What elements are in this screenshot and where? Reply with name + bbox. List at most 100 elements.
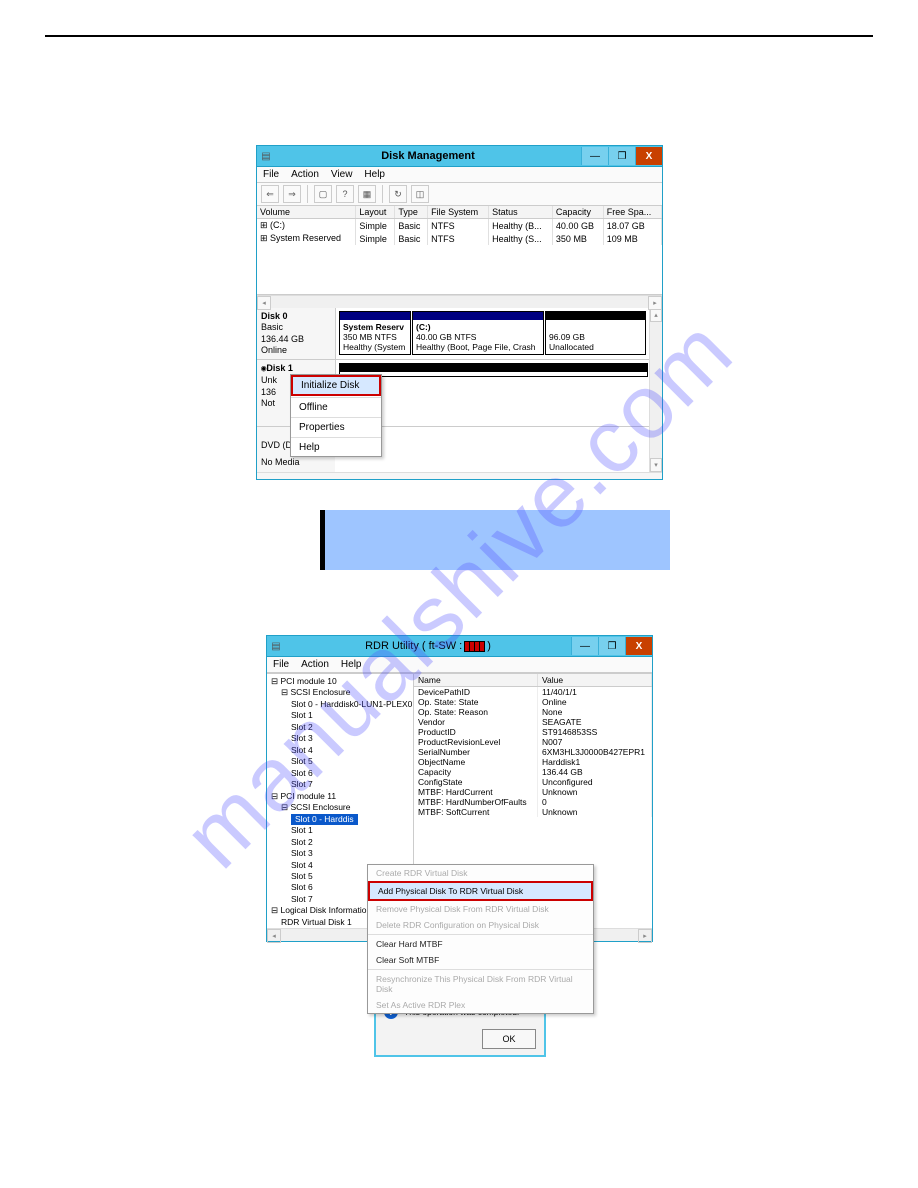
cell-layout: Simple [356, 232, 395, 245]
part-size: 40.00 GB NTFS [416, 332, 476, 342]
refresh-icon[interactable]: ↻ [389, 185, 407, 203]
cell-free: 18.07 GB [603, 219, 661, 233]
part-title: (C:) [416, 322, 431, 332]
maximize-button[interactable]: ❐ [598, 637, 625, 655]
col-volume[interactable]: Volume [257, 206, 356, 219]
property-row[interactable]: MTBF: HardCurrentUnknown [414, 787, 652, 797]
col-name[interactable]: Name [414, 674, 538, 687]
menu-offline[interactable]: Offline [291, 399, 381, 416]
property-row[interactable]: SerialNumber6XM3HL3J0000B427EPR1 [414, 747, 652, 757]
refresh-icon[interactable]: ? [336, 185, 354, 203]
menu-properties[interactable]: Properties [291, 419, 381, 436]
tree-node[interactable]: Slot 5 [271, 756, 411, 767]
toolbar-separator [382, 185, 383, 203]
col-type[interactable]: Type [395, 206, 428, 219]
menu-bar: File Action Help [267, 657, 652, 673]
tree-node[interactable]: Slot 7 [271, 779, 411, 790]
property-row[interactable]: ConfigStateUnconfigured [414, 777, 652, 787]
property-row[interactable]: Capacity136.44 GB [414, 767, 652, 777]
menu-item[interactable]: Clear Soft MTBF [368, 952, 593, 968]
tree-node[interactable]: ⊟ PCI module 10 [271, 676, 411, 687]
property-row[interactable]: Op. State: StateOnline [414, 697, 652, 707]
toolbar: ⇐ ⇒ ▢ ? ▦ ↻ ◫ [257, 183, 662, 206]
volume-row[interactable]: ⊞ (C:) Simple Basic NTFS Healthy (B... 4… [257, 219, 662, 233]
horizontal-scrollbar[interactable]: ◂ ▸ [257, 295, 662, 308]
col-layout[interactable]: Layout [356, 206, 395, 219]
tree-node[interactable]: Slot 0 - Harddisk0-LUN1-PLEX0 [271, 699, 411, 710]
scroll-left-icon[interactable]: ◂ [257, 296, 271, 310]
scroll-up-icon[interactable]: ▴ [650, 308, 662, 322]
titlebar[interactable]: ▤ RDR Utility ( ft-SW : ) — ❐ X [267, 636, 652, 657]
partition-c[interactable]: (C:) 40.00 GB NTFS Healthy (Boot, Page F… [412, 311, 544, 355]
tree-node[interactable]: ⊟ SCSI Enclosure [271, 802, 411, 813]
ok-button[interactable]: OK [482, 1029, 536, 1049]
menu-help[interactable]: Help [364, 169, 385, 180]
tree-node[interactable]: Slot 2 [271, 722, 411, 733]
minimize-button[interactable]: — [571, 637, 598, 655]
menu-file[interactable]: File [263, 169, 279, 180]
menu-action[interactable]: Action [301, 659, 329, 670]
disk1-bar[interactable] [339, 363, 648, 377]
toolbar-icon[interactable]: ▢ [314, 185, 332, 203]
scroll-right-icon[interactable]: ▸ [638, 929, 652, 943]
part-title: System Reserv [343, 322, 404, 332]
menu-item[interactable]: Add Physical Disk To RDR Virtual Disk [368, 881, 593, 901]
tree-node[interactable]: Slot 1 [271, 710, 411, 721]
menu-file[interactable]: File [273, 659, 289, 670]
col-free[interactable]: Free Spa... [603, 206, 661, 219]
close-button[interactable]: X [625, 637, 652, 655]
prop-value: Unconfigured [538, 777, 652, 787]
property-row[interactable]: DevicePathID11/40/1/1 [414, 687, 652, 698]
menu-help[interactable]: Help [341, 659, 362, 670]
scroll-left-icon[interactable]: ◂ [267, 929, 281, 943]
tree-node[interactable]: Slot 6 [271, 768, 411, 779]
partition-system-reserved[interactable]: System Reserv 350 MB NTFS Healthy (Syste… [339, 311, 411, 355]
menu-initialize-disk[interactable]: Initialize Disk [291, 375, 381, 396]
tree-node[interactable]: Slot 3 [271, 733, 411, 744]
tree-node[interactable]: Slot 1 [271, 825, 411, 836]
scroll-right-icon[interactable]: ▸ [648, 296, 662, 310]
property-row[interactable]: MTBF: SoftCurrentUnknown [414, 807, 652, 817]
property-row[interactable]: Op. State: ReasonNone [414, 707, 652, 717]
property-row[interactable]: VendorSEAGATE [414, 717, 652, 727]
property-row[interactable]: ProductIDST9146853SS [414, 727, 652, 737]
tree-node[interactable]: Slot 0 - Harddis [271, 814, 411, 825]
tree-node[interactable]: Slot 2 [271, 837, 411, 848]
property-row[interactable]: ObjectNameHarddisk1 [414, 757, 652, 767]
col-fs[interactable]: File System [428, 206, 489, 219]
col-capacity[interactable]: Capacity [552, 206, 603, 219]
menu-view[interactable]: View [331, 169, 353, 180]
menu-action[interactable]: Action [291, 169, 319, 180]
disk0-label[interactable]: Disk 0 Basic 136.44 GB Online [257, 308, 336, 359]
partition-unallocated[interactable]: 96.09 GB Unallocated [545, 311, 646, 355]
titlebar[interactable]: ▤ Disk Management — ❐ X [257, 146, 662, 167]
back-icon[interactable]: ⇐ [261, 185, 279, 203]
scroll-down-icon[interactable]: ▾ [650, 458, 662, 472]
cell-type: Basic [395, 232, 428, 245]
tree-node[interactable]: ⊟ SCSI Enclosure [271, 687, 411, 698]
toolbar-icon[interactable]: ▦ [358, 185, 376, 203]
col-status[interactable]: Status [489, 206, 553, 219]
vertical-scrollbar[interactable]: ▴ ▾ [649, 308, 662, 472]
property-row[interactable]: MTBF: HardNumberOfFaults0 [414, 797, 652, 807]
menu-separator [291, 417, 381, 418]
minimize-button[interactable]: — [581, 147, 608, 165]
col-value[interactable]: Value [538, 674, 652, 687]
tree-node[interactable]: Slot 3 [271, 848, 411, 859]
forward-icon[interactable]: ⇒ [283, 185, 301, 203]
menu-help[interactable]: Help [291, 439, 381, 456]
settings-icon[interactable]: ◫ [411, 185, 429, 203]
rdr-context-menu: Create RDR Virtual DiskAdd Physical Disk… [367, 864, 594, 1014]
rdr-utility-window: ▤ RDR Utility ( ft-SW : ) — ❐ X File Act… [266, 635, 653, 942]
menu-item[interactable]: Clear Hard MTBF [368, 936, 593, 952]
maximize-button[interactable]: ❐ [608, 147, 635, 165]
menu-item: Set As Active RDR Plex [368, 997, 593, 1013]
tree-node[interactable]: ⊟ PCI module 11 [271, 791, 411, 802]
property-row[interactable]: ProductRevisionLevelN007 [414, 737, 652, 747]
tree-node[interactable]: Slot 4 [271, 745, 411, 756]
volume-row[interactable]: ⊞ System Reserved Simple Basic NTFS Heal… [257, 232, 662, 245]
menu-item: Create RDR Virtual Disk [368, 865, 593, 881]
menu-bar: File Action View Help [257, 167, 662, 183]
close-button[interactable]: X [635, 147, 662, 165]
prop-value: Harddisk1 [538, 757, 652, 767]
